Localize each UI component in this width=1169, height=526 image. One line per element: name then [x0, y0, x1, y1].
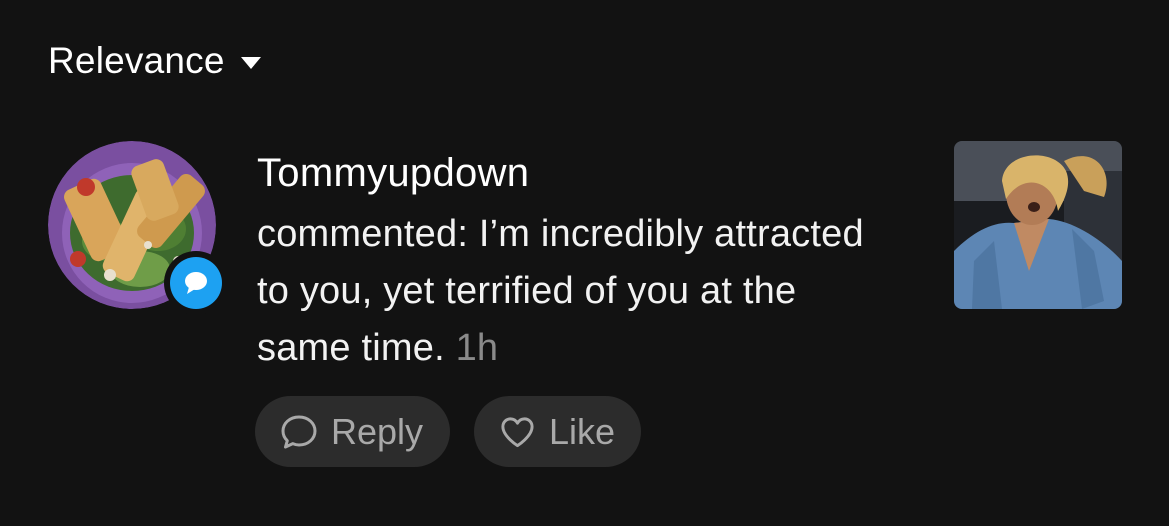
- comment-time: 1h: [455, 327, 499, 369]
- comment-bubble-icon: [185, 272, 207, 294]
- comment-body: commented: I’m incredibly attracted to y…: [257, 213, 864, 369]
- chevron-down-icon: [240, 57, 261, 69]
- post-thumbnail[interactable]: [954, 141, 1122, 309]
- like-label: Like: [548, 410, 615, 452]
- comment-actions: Reply Like: [255, 396, 641, 467]
- speech-bubble-icon: [281, 415, 317, 448]
- badge-circle: [170, 257, 222, 309]
- sort-label: Relevance: [48, 40, 225, 81]
- comment-badge: [164, 251, 228, 315]
- comment-text: commented: I’m incredibly attracted to y…: [257, 206, 897, 377]
- username[interactable]: Tommyupdown: [257, 148, 907, 198]
- like-button[interactable]: Like: [474, 396, 641, 467]
- sort-dropdown[interactable]: Relevance: [48, 40, 261, 82]
- reply-label: Reply: [331, 410, 424, 452]
- heart-icon: [501, 416, 534, 447]
- avatar-container[interactable]: [48, 141, 228, 315]
- comment-block: Tommyupdown commented: I’m incredibly at…: [257, 148, 907, 377]
- reply-button[interactable]: Reply: [255, 396, 450, 467]
- post-thumbnail-image: [954, 141, 1122, 309]
